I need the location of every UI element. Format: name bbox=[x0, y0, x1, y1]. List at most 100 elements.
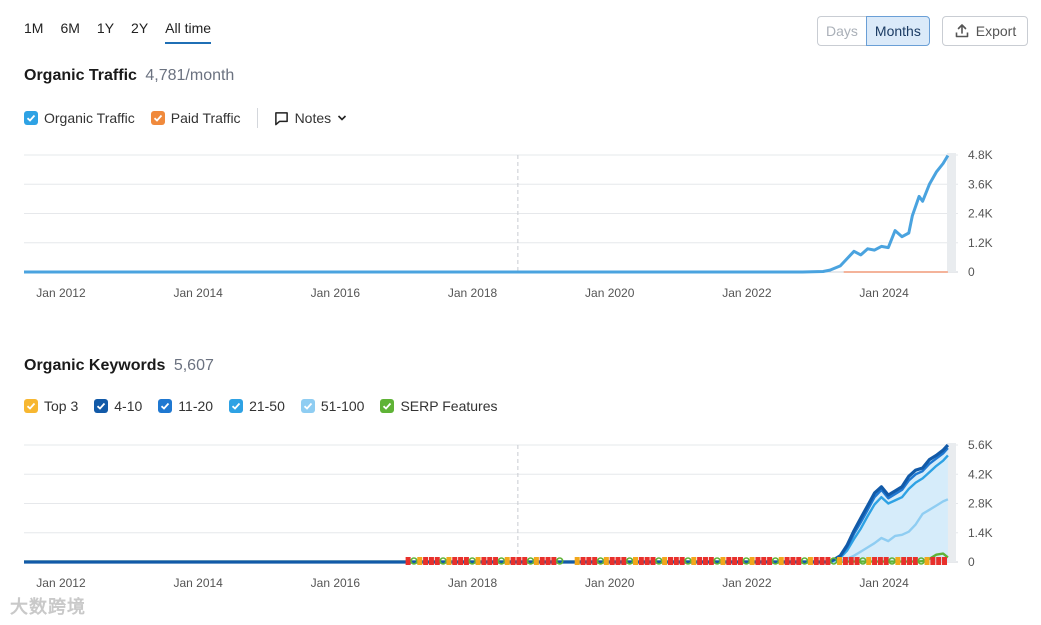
current-period-band bbox=[947, 443, 956, 562]
serp-feature-marker bbox=[790, 557, 796, 565]
legend-21-50[interactable]: 21-50 bbox=[229, 398, 285, 414]
granularity-toggle: Days Months bbox=[817, 16, 930, 46]
serp-feature-marker bbox=[901, 557, 907, 565]
serp-feature-marker bbox=[516, 557, 522, 565]
serp-feature-marker bbox=[837, 557, 843, 565]
serp-feature-marker bbox=[936, 557, 942, 565]
serp-feature-marker bbox=[475, 557, 481, 565]
serp-feature-marker bbox=[691, 557, 697, 565]
serp-feature-marker bbox=[417, 557, 423, 565]
x-tick-label: Jan 2012 bbox=[36, 576, 86, 590]
serp-feature-marker bbox=[848, 557, 854, 565]
x-tick-label: Jan 2016 bbox=[311, 286, 361, 300]
range-tab-1m[interactable]: 1M bbox=[24, 20, 43, 44]
x-tick-label: Jan 2022 bbox=[722, 576, 772, 590]
legend-4-10[interactable]: 4-10 bbox=[94, 398, 142, 414]
x-tick-label: Jan 2024 bbox=[859, 286, 909, 300]
serp-feature-marker bbox=[807, 557, 813, 565]
keywords-title: Organic Keywords 5,607 bbox=[24, 357, 214, 375]
legend-organic-traffic[interactable]: Organic Traffic bbox=[24, 110, 135, 126]
serp-feature-marker bbox=[726, 557, 732, 565]
serp-feature-marker bbox=[633, 557, 639, 565]
y-tick-label: 5.6K bbox=[968, 438, 993, 452]
serp-feature-marker bbox=[866, 557, 872, 565]
checkbox-checked-icon bbox=[380, 399, 395, 413]
serp-feature-marker bbox=[813, 557, 819, 565]
serp-feature-marker bbox=[907, 557, 913, 565]
serp-feature-marker bbox=[405, 557, 411, 565]
serp-feature-marker bbox=[697, 557, 703, 565]
legend-label: SERP Features bbox=[400, 398, 498, 414]
keywords-title-text: Organic Keywords bbox=[24, 357, 166, 374]
y-tick-label: 0 bbox=[968, 265, 975, 279]
series-line-51-100 bbox=[24, 498, 949, 564]
checkbox-checked-icon bbox=[24, 399, 38, 413]
serp-feature-marker bbox=[755, 557, 761, 565]
days-toggle[interactable]: Days bbox=[817, 16, 866, 46]
series-line-11-20 bbox=[24, 447, 949, 564]
x-tick-label: Jan 2014 bbox=[173, 576, 223, 590]
serp-feature-marker bbox=[737, 557, 743, 565]
range-tab-2y[interactable]: 2Y bbox=[131, 20, 148, 44]
x-tick-label: Jan 2024 bbox=[859, 576, 909, 590]
serp-feature-marker bbox=[574, 557, 580, 565]
serp-feature-marker bbox=[428, 557, 434, 565]
serp-feature-marker bbox=[912, 557, 918, 565]
chevron-down-icon bbox=[338, 115, 347, 121]
x-tick-label: Jan 2018 bbox=[448, 286, 498, 300]
legend-paid-traffic[interactable]: Paid Traffic bbox=[150, 110, 241, 126]
checkbox-checked-icon bbox=[94, 399, 109, 413]
serp-feature-marker bbox=[819, 557, 825, 565]
legend-label: Top 3 bbox=[44, 398, 79, 414]
months-toggle[interactable]: Months bbox=[865, 16, 930, 46]
y-tick-label: 3.6K bbox=[968, 177, 993, 191]
serp-feature-marker bbox=[679, 557, 685, 565]
serp-feature-marker bbox=[842, 557, 848, 565]
serp-feature-marker bbox=[761, 557, 767, 565]
serp-feature-marker bbox=[434, 557, 440, 565]
serp-feature-marker bbox=[644, 557, 650, 565]
range-tab-1y[interactable]: 1Y bbox=[97, 20, 114, 44]
legend-label: Organic Traffic bbox=[44, 110, 135, 126]
legend-label: 11-20 bbox=[178, 398, 214, 414]
serp-feature-marker bbox=[720, 557, 726, 565]
serp-feature-marker bbox=[539, 557, 545, 565]
serp-feature-marker bbox=[533, 557, 539, 565]
legend-serp-features[interactable]: SERP Features bbox=[380, 398, 497, 414]
legend-top-3[interactable]: Top 3 bbox=[24, 398, 78, 414]
traffic-title: Organic Traffic 4,781/month bbox=[24, 67, 234, 85]
serp-feature-marker bbox=[458, 557, 464, 565]
x-tick-label: Jan 2016 bbox=[311, 576, 361, 590]
current-period-band bbox=[947, 153, 956, 272]
serp-feature-marker bbox=[883, 557, 889, 565]
export-button[interactable]: Export bbox=[942, 16, 1028, 46]
legend-11-20[interactable]: 11-20 bbox=[158, 398, 213, 414]
upload-icon bbox=[955, 24, 969, 38]
serp-feature-marker bbox=[510, 557, 516, 565]
serp-feature-marker bbox=[732, 557, 738, 565]
x-tick-label: Jan 2022 bbox=[722, 286, 772, 300]
serp-feature-marker bbox=[446, 557, 452, 565]
serp-feature-marker bbox=[580, 557, 586, 565]
serp-feature-marker bbox=[522, 557, 528, 565]
x-tick-label: Jan 2020 bbox=[585, 286, 635, 300]
legend-51-100[interactable]: 51-100 bbox=[300, 398, 364, 414]
serp-feature-marker bbox=[586, 557, 592, 565]
serp-feature-marker bbox=[942, 557, 948, 565]
range-tabs: 1M 6M 1Y 2Y All time bbox=[24, 20, 228, 44]
serp-feature-marker bbox=[603, 557, 609, 565]
range-tab-all-time[interactable]: All time bbox=[165, 20, 212, 44]
serp-feature-marker bbox=[930, 557, 936, 565]
y-tick-label: 0 bbox=[968, 555, 975, 569]
checkbox-checked-icon bbox=[229, 399, 244, 413]
y-tick-label: 2.4K bbox=[968, 207, 993, 221]
checkbox-checked-icon bbox=[300, 399, 315, 413]
serp-feature-marker bbox=[702, 557, 708, 565]
notes-dropdown[interactable]: Notes bbox=[274, 110, 348, 126]
range-tab-6m[interactable]: 6M bbox=[60, 20, 79, 44]
keywords-chart: 5.6K 4.2K 2.8K 1.4K 0 Jan 2012 Jan 2014 Jan 201… bbox=[24, 438, 993, 590]
x-tick-label: Jan 2018 bbox=[448, 576, 498, 590]
serp-feature-marker bbox=[551, 557, 557, 565]
serp-feature-marker bbox=[487, 557, 493, 565]
serp-feature-marker bbox=[749, 557, 755, 565]
